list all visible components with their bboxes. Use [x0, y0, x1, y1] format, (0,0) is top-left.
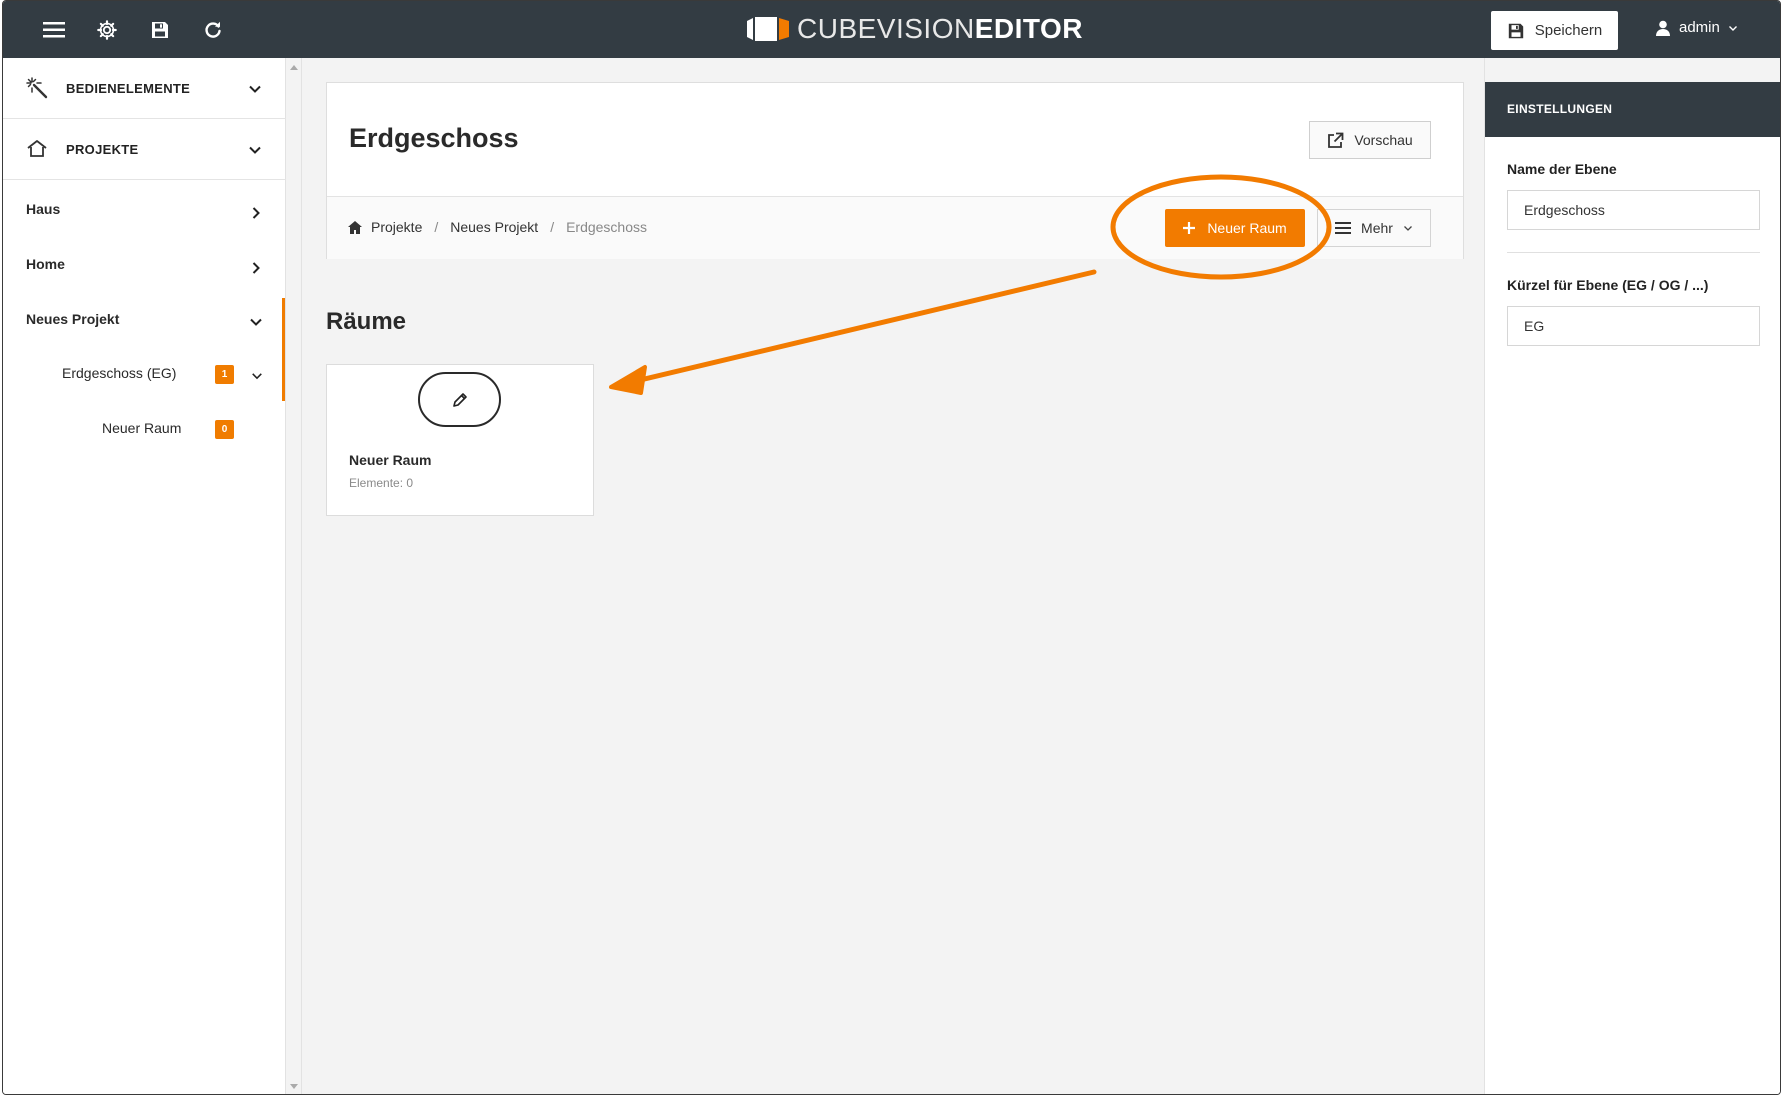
chevron-down-icon — [249, 85, 261, 93]
new-room-button[interactable]: Neuer Raum — [1165, 209, 1305, 247]
sidebar-section-label: PROJEKTE — [66, 141, 139, 157]
chevron-right-icon — [252, 207, 260, 219]
settings-gear-icon[interactable] — [94, 17, 120, 43]
sidebar-item-label: Home — [26, 256, 65, 272]
sidebar-item-label: Erdgeschoss (EG) — [62, 365, 177, 381]
new-room-button-label: Neuer Raum — [1207, 220, 1287, 236]
logo-text-light: CUBEVISION — [797, 13, 975, 44]
edit-room-button[interactable] — [418, 372, 501, 427]
list-menu-icon — [1335, 222, 1352, 234]
save-disk-icon — [1508, 23, 1523, 38]
sidebar-section-bedienelemente[interactable]: BEDIENELEMENTE — [3, 58, 286, 119]
pencil-icon — [452, 392, 467, 407]
room-card[interactable]: Neuer Raum Elemente: 0 — [326, 364, 594, 516]
user-menu[interactable]: admin — [1655, 19, 1738, 36]
room-name: Neuer Raum — [349, 452, 432, 468]
save-button-label: Speichern — [1534, 22, 1603, 39]
count-badge: 0 — [215, 420, 234, 439]
rooms-section-title: Räume — [326, 308, 407, 335]
sidebar-item-neues-projekt[interactable]: Neues Projekt — [3, 300, 283, 340]
cube-logo-icon — [745, 15, 791, 43]
active-indicator — [282, 298, 285, 401]
level-short-label: Kürzel für Ebene (EG / OG / ...) — [1507, 277, 1709, 293]
save-disk-icon[interactable] — [147, 17, 173, 43]
chevron-down-icon — [252, 373, 262, 380]
level-name-input[interactable] — [1507, 190, 1760, 230]
breadcrumb: Projekte / Neues Projekt / Erdgeschoss — [348, 219, 647, 235]
app-logo: CUBEVISIONEDITOR — [745, 13, 1083, 44]
chevron-right-icon — [252, 262, 260, 274]
count-badge: 1 — [215, 365, 234, 384]
header-toolbar: Projekte / Neues Projekt / Erdgeschoss N… — [327, 196, 1463, 259]
preview-button-label: Vorschau — [1354, 132, 1413, 148]
home-icon[interactable] — [348, 220, 362, 234]
refresh-icon[interactable] — [200, 17, 226, 43]
sidebar-section-projekte[interactable]: PROJEKTE — [3, 119, 286, 180]
sidebar-scrollbar[interactable] — [286, 58, 302, 1094]
settings-panel-title: EINSTELLUNGEN — [1485, 82, 1780, 137]
chevron-down-icon — [250, 318, 262, 326]
chevron-down-icon — [249, 146, 261, 154]
breadcrumb-item-current: Erdgeschoss — [566, 219, 648, 235]
save-button[interactable]: Speichern — [1491, 11, 1618, 50]
chevron-down-icon — [1728, 25, 1737, 31]
plus-icon — [1183, 222, 1196, 234]
breadcrumb-item-projekte[interactable]: Projekte — [371, 219, 422, 235]
room-element-count: Elemente: 0 — [349, 476, 414, 490]
sidebar: BEDIENELEMENTE PROJEKTE Haus Home Neues … — [3, 58, 286, 1094]
sidebar-item-label: Neuer Raum — [102, 420, 182, 436]
more-button-label: Mehr — [1361, 220, 1393, 236]
settings-panel: EINSTELLUNGEN Name der Ebene Kürzel für … — [1485, 82, 1780, 1094]
divider — [1507, 252, 1760, 253]
app-window: CUBEVISIONEDITOR Speichern admin BEDIENE… — [2, 0, 1781, 1095]
level-short-input[interactable] — [1507, 306, 1760, 346]
top-bar: CUBEVISIONEDITOR Speichern admin — [3, 1, 1780, 58]
scroll-down-icon — [290, 1084, 298, 1089]
sidebar-item-home[interactable]: Home — [3, 245, 283, 285]
more-dropdown-button[interactable]: Mehr — [1317, 209, 1431, 247]
sidebar-section-label: BEDIENELEMENTE — [66, 80, 191, 96]
sidebar-item-erdgeschoss[interactable]: Erdgeschoss (EG) 1 — [3, 354, 283, 394]
breadcrumb-separator: / — [434, 219, 439, 235]
logo-text-bold: EDITOR — [974, 13, 1083, 44]
menu-icon[interactable] — [41, 17, 67, 43]
scroll-up-icon — [290, 65, 298, 70]
sidebar-item-neuer-raum[interactable]: Neuer Raum 0 — [3, 409, 283, 449]
breadcrumb-separator: / — [550, 219, 555, 235]
home-icon — [27, 140, 47, 157]
chevron-down-icon — [1403, 226, 1412, 231]
preview-button[interactable]: Vorschau — [1309, 121, 1431, 159]
user-icon — [1656, 20, 1670, 36]
level-name-label: Name der Ebene — [1507, 161, 1617, 177]
page-title: Erdgeschoss — [349, 123, 519, 153]
user-name: admin — [1679, 19, 1720, 36]
breadcrumb-item-neues-projekt[interactable]: Neues Projekt — [450, 219, 538, 235]
sidebar-item-label: Haus — [26, 201, 61, 217]
sidebar-item-haus[interactable]: Haus — [3, 190, 283, 230]
sidebar-item-label: Neues Projekt — [26, 311, 120, 327]
external-link-icon — [1328, 132, 1344, 148]
page-header: Erdgeschoss Vorschau Projekte / Neues Pr… — [326, 82, 1464, 259]
magic-wand-icon — [26, 77, 48, 99]
